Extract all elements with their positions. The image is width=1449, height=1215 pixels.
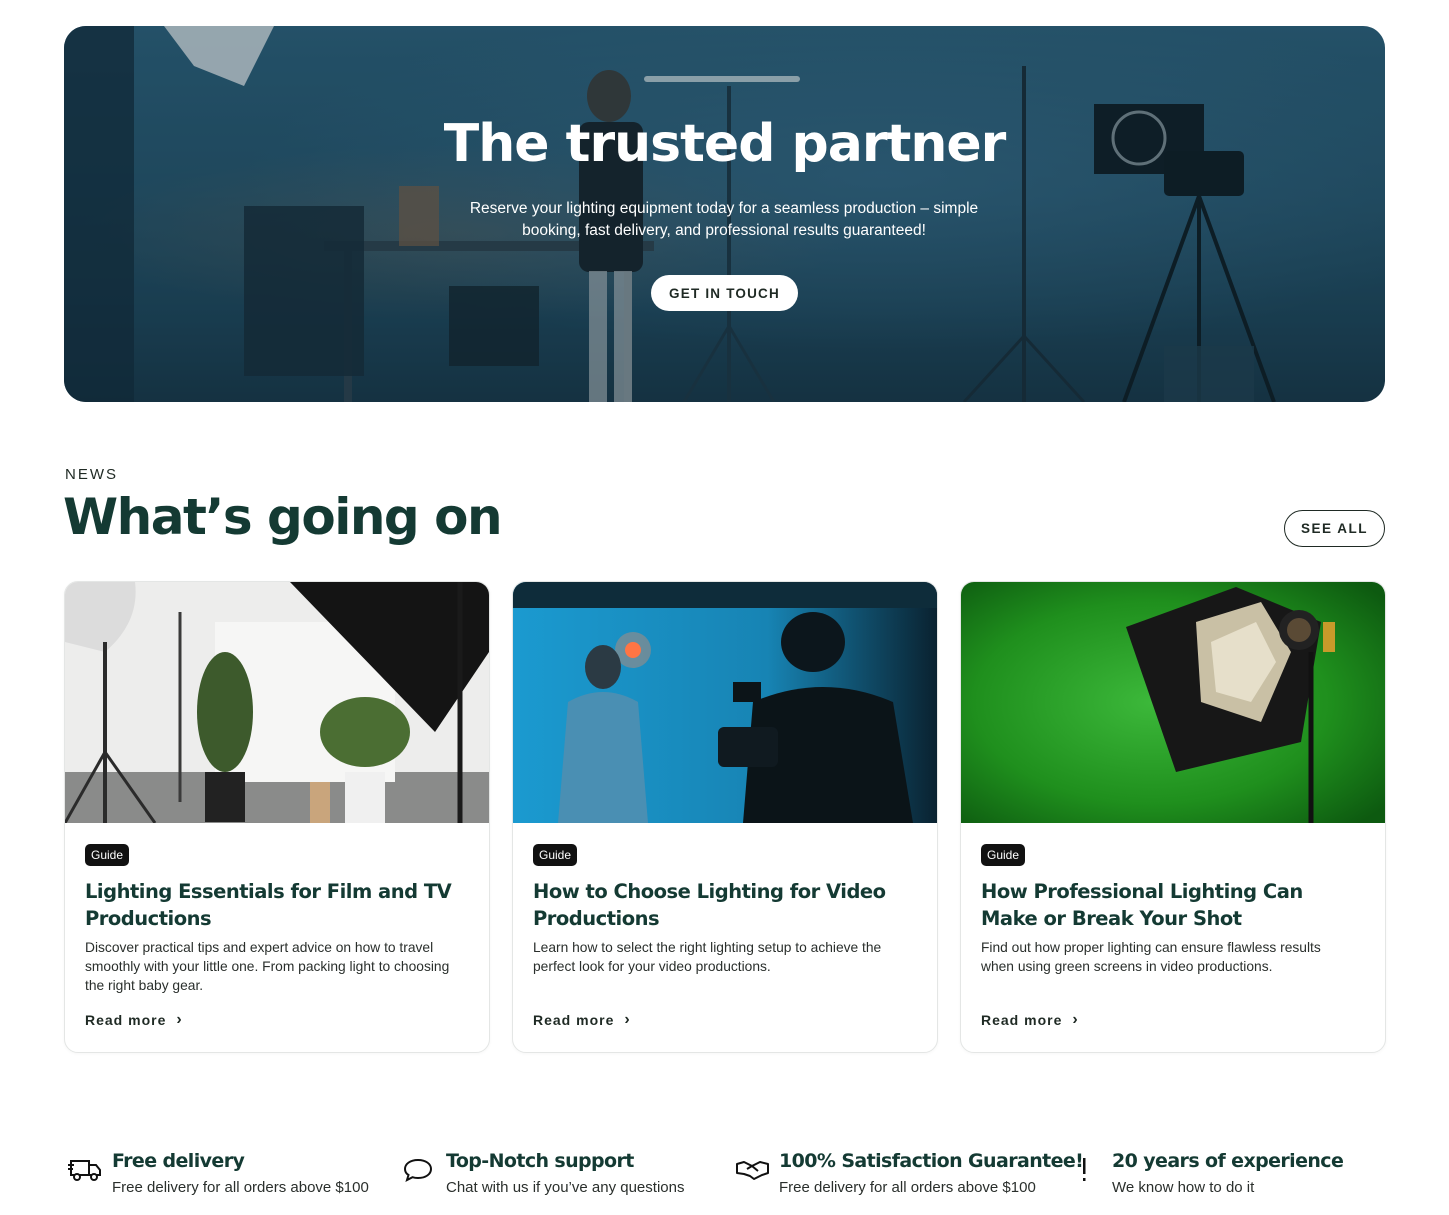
card-description: Learn how to select the right lighting s… bbox=[533, 940, 882, 974]
card-description: Find out how proper lighting can ensure … bbox=[981, 940, 1321, 974]
news-card[interactable]: Guide How Professional Lighting Can Make… bbox=[960, 581, 1386, 1053]
card-title[interactable]: Lighting Essentials for Film and TV Prod… bbox=[85, 878, 467, 932]
read-more-link[interactable]: Read more › bbox=[85, 1011, 183, 1029]
feature-description: We know how to do it bbox=[1112, 1179, 1255, 1196]
feature-description: Free delivery for all orders above $100 bbox=[112, 1179, 369, 1196]
handshake-icon bbox=[736, 1161, 769, 1180]
card-image-blue-video-shoot[interactable] bbox=[513, 582, 937, 823]
delivery-truck-icon bbox=[68, 1160, 101, 1181]
card-image-studio-plants[interactable] bbox=[65, 582, 489, 823]
card-description: Discover practical tips and expert advic… bbox=[85, 940, 450, 993]
feature-title: Free delivery bbox=[112, 1150, 245, 1172]
chevron-right-icon: › bbox=[624, 1011, 631, 1028]
card-image-green-screen-light[interactable] bbox=[961, 582, 1385, 823]
hero-subtitle: Reserve your lighting equipment today fo… bbox=[469, 200, 979, 239]
read-more-link[interactable]: Read more › bbox=[533, 1011, 631, 1029]
hero-banner: The trusted partner Reserve your lightin… bbox=[64, 26, 1385, 402]
guide-badge: Guide bbox=[981, 844, 1026, 866]
card-title[interactable]: How Professional Lighting Can Make or Br… bbox=[981, 878, 1363, 932]
read-more-label: Read more bbox=[533, 1012, 615, 1028]
feature-title: Top-Notch support bbox=[446, 1150, 634, 1172]
read-more-link[interactable]: Read more › bbox=[981, 1011, 1079, 1029]
guide-badge: Guide bbox=[85, 844, 130, 866]
feature-description: Chat with us if you’ve any questions bbox=[446, 1179, 685, 1196]
news-section-title: What’s going on bbox=[63, 488, 503, 546]
see-all-button[interactable]: SEE ALL bbox=[1284, 510, 1385, 547]
hero-title: The trusted partner bbox=[443, 114, 1007, 174]
read-more-label: Read more bbox=[85, 1012, 167, 1028]
guide-badge: Guide bbox=[533, 844, 578, 866]
feature-title: 20 years of experience bbox=[1112, 1150, 1344, 1172]
chat-bubble-icon bbox=[403, 1158, 433, 1182]
news-card[interactable]: Guide Lighting Essentials for Film and T… bbox=[64, 581, 490, 1053]
feature-title: 100% Satisfaction Guarantee! bbox=[779, 1150, 1084, 1172]
read-more-label: Read more bbox=[981, 1012, 1063, 1028]
news-card[interactable]: Guide How to Choose Lighting for Video P… bbox=[512, 581, 938, 1053]
feature-description: Free delivery for all orders above $100 bbox=[779, 1179, 1036, 1196]
chevron-right-icon: › bbox=[1072, 1011, 1079, 1028]
exclamation-icon bbox=[1083, 1158, 1086, 1181]
news-eyebrow: NEWS bbox=[65, 466, 118, 483]
get-in-touch-button[interactable]: GET IN TOUCH bbox=[651, 275, 798, 311]
card-title[interactable]: How to Choose Lighting for Video Product… bbox=[533, 878, 915, 932]
chevron-right-icon: › bbox=[176, 1011, 183, 1028]
